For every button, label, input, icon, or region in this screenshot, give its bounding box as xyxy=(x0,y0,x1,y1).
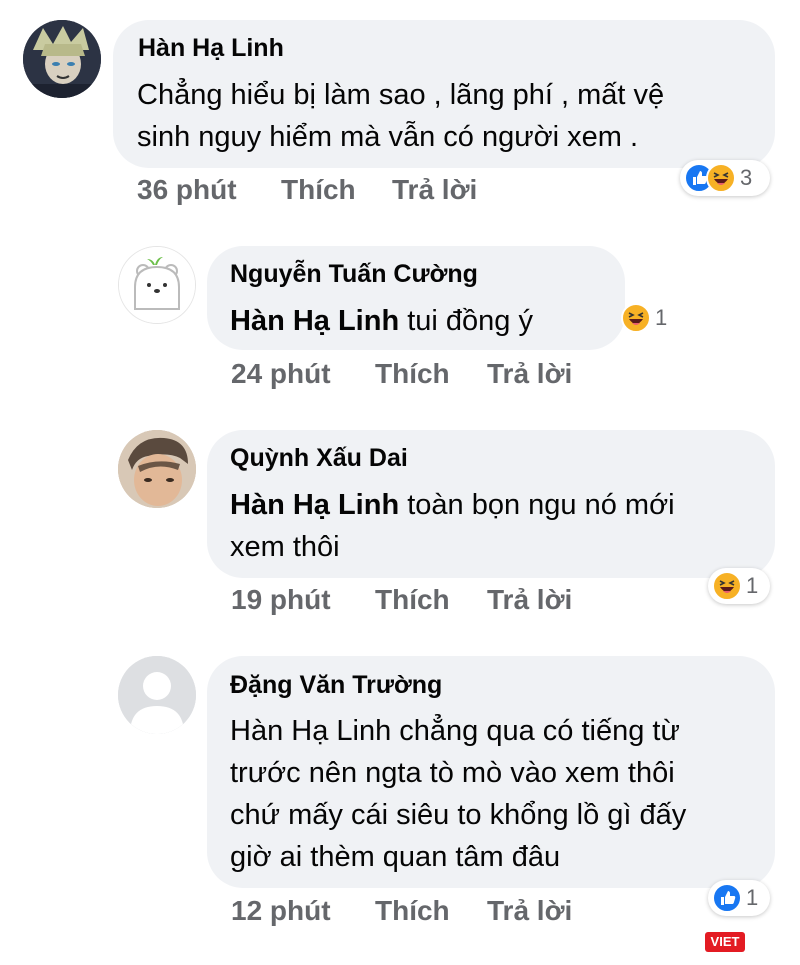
reaction-summary[interactable]: 1 xyxy=(708,568,770,604)
reply-button[interactable]: Trả lời xyxy=(487,895,572,927)
reaction-count: 1 xyxy=(746,573,759,598)
comment-author[interactable]: Đặng Văn Trường xyxy=(230,671,442,700)
avatar-han-ha-linh[interactable] xyxy=(23,20,101,98)
mention-tag[interactable]: Hàn Hạ Linh xyxy=(230,305,399,337)
comment-text-span: toàn bọn ngu nó mới xyxy=(399,489,675,521)
like-button[interactable]: Thích xyxy=(281,174,356,206)
comment-author[interactable]: Nguyễn Tuấn Cường xyxy=(230,260,478,289)
reply-button[interactable]: Trả lời xyxy=(487,358,572,390)
reply-button[interactable]: Trả lời xyxy=(392,174,477,206)
reaction-summary[interactable]: 3 xyxy=(680,160,770,196)
comment-text-line: trước nên ngta tò mò vào xem thôi xyxy=(230,757,675,789)
comment-text-span: tui đồng ý xyxy=(399,305,533,337)
haha-icon xyxy=(706,163,736,193)
comment-time[interactable]: 36 phút xyxy=(137,174,237,206)
mention-tag[interactable]: Hàn Hạ Linh xyxy=(230,489,399,521)
reaction-summary[interactable]: 1 xyxy=(617,300,679,336)
haha-icon xyxy=(712,571,742,601)
comment-time[interactable]: 19 phút xyxy=(231,584,331,616)
comment-text-line: sinh nguy hiểm mà vẫn có người xem . xyxy=(137,121,639,153)
bear-avatar-icon xyxy=(119,247,195,323)
reaction-count: 1 xyxy=(655,305,668,330)
comment-text-line: Hàn Hạ Linh chẳng qua có tiếng từ xyxy=(230,715,680,747)
comment-author[interactable]: Hàn Hạ Linh xyxy=(138,34,284,63)
reaction-count: 3 xyxy=(740,165,753,190)
comment-text: Hàn Hạ Linh tui đồng ý xyxy=(230,300,533,342)
default-avatar-icon xyxy=(118,656,196,734)
anime-avatar-icon xyxy=(23,20,101,98)
avatar-nguyen-tuan-cuong[interactable] xyxy=(118,246,196,324)
comment-text-line: giờ ai thèm quan tâm đâu xyxy=(230,841,561,873)
avatar-quynh-xau-dai[interactable] xyxy=(118,430,196,508)
reply-button[interactable]: Trả lời xyxy=(487,584,572,616)
like-button[interactable]: Thích xyxy=(375,358,450,390)
like-button[interactable]: Thích xyxy=(375,584,450,616)
avatar-dang-van-truong[interactable] xyxy=(118,656,196,734)
comment-text-line: chứ mấy cái siêu to khổng lồ gì đấy xyxy=(230,799,687,831)
comment-time[interactable]: 24 phút xyxy=(231,358,331,390)
haha-icon xyxy=(621,303,651,333)
comment-time[interactable]: 12 phút xyxy=(231,895,331,927)
comment-text-line: Hàn Hạ Linh toàn bọn ngu nó mới xyxy=(230,484,675,526)
comment-author[interactable]: Quỳnh Xấu Dai xyxy=(230,444,408,473)
reaction-summary[interactable]: 1 xyxy=(708,880,770,916)
person-photo-icon xyxy=(118,430,196,508)
comment-text-line: Chẳng hiểu bị làm sao , lãng phí , mất v… xyxy=(137,79,665,111)
watermark-logo: VIET xyxy=(705,932,745,952)
like-button[interactable]: Thích xyxy=(375,895,450,927)
reaction-count: 1 xyxy=(746,885,759,910)
comment-text-line: xem thôi xyxy=(230,531,340,563)
like-icon xyxy=(712,883,742,913)
